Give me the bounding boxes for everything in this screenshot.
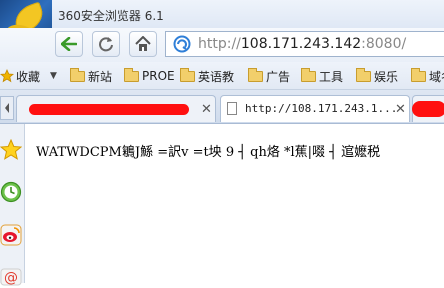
url-scheme: http://	[198, 36, 241, 52]
title-bar: 360安全浏览器 6.1	[0, 0, 444, 58]
tab-title: http://108.171.243.1...	[245, 102, 398, 115]
tab-active-page[interactable]: http://108.171.243.1... ✕	[220, 95, 410, 122]
folder-icon	[70, 67, 85, 82]
home-icon	[135, 36, 151, 51]
url-port: :8080/	[361, 36, 407, 52]
back-arrow-icon	[61, 37, 77, 51]
home-button[interactable]	[129, 31, 157, 57]
bookmark-item[interactable]: 新站	[70, 67, 112, 85]
bookmark-label: 娱乐	[374, 69, 399, 84]
svg-text:@: @	[4, 270, 18, 286]
bookmark-item[interactable]: 工具	[301, 67, 343, 85]
bookmark-label: 广告	[266, 69, 291, 84]
folder-icon	[411, 67, 426, 82]
weibo-icon	[0, 224, 22, 246]
tab-scroll-left-button[interactable]	[0, 96, 14, 120]
favorites-label: 收藏	[16, 69, 41, 84]
tab-redacted-1[interactable]: ✕	[16, 95, 216, 122]
bookmark-item[interactable]: 域名	[411, 67, 444, 85]
sidebar-favorites-button[interactable]	[0, 138, 22, 162]
address-bar[interactable]: http://108.171.243.142:8080/	[165, 31, 444, 57]
mail-icon: @	[0, 268, 22, 286]
refresh-button[interactable]	[92, 31, 120, 57]
sidebar-mail-button[interactable]: @	[0, 264, 22, 288]
folder-icon	[356, 67, 371, 82]
url-host: 108.171.243.142	[240, 36, 362, 52]
sidebar: @	[0, 124, 25, 286]
page-icon	[227, 102, 237, 115]
bookmark-item[interactable]: 娱乐	[356, 67, 398, 85]
tab-bar: ✕ http://108.171.243.1... ✕	[0, 90, 444, 124]
navigation-bar: http://108.171.243.142:8080/	[0, 28, 444, 62]
redacted-tab-title	[412, 101, 444, 117]
favorites-star-icon	[0, 69, 14, 83]
bookmark-label: 工具	[319, 69, 344, 84]
bookmark-label: 新站	[88, 69, 113, 84]
favorites-button[interactable]: 收藏 ▼	[0, 67, 57, 85]
favorites-dropdown-icon[interactable]: ▼	[50, 71, 57, 81]
refresh-icon	[99, 37, 113, 52]
bookmark-item[interactable]: PROE	[124, 67, 175, 85]
back-button[interactable]	[55, 31, 83, 57]
window-title: 360安全浏览器 6.1	[58, 9, 164, 23]
folder-icon	[124, 67, 139, 82]
tab-close-icon[interactable]: ✕	[201, 101, 212, 117]
folder-icon	[248, 67, 263, 82]
chevron-left-icon	[5, 103, 9, 113]
bookmark-label: 英语教	[198, 69, 235, 84]
bookmark-label: 域名	[429, 69, 444, 84]
sidebar-history-button[interactable]	[0, 180, 22, 204]
bookmarks-bar: 收藏 ▼ 新站 PROE 英语教 广告 工具 娱乐 域名	[0, 62, 444, 90]
redacted-tab-title	[29, 104, 189, 115]
sidebar-weibo-button[interactable]	[0, 223, 22, 247]
folder-icon	[301, 67, 316, 82]
folder-icon	[180, 67, 195, 82]
star-icon	[0, 139, 22, 160]
tab-redacted-2[interactable]	[412, 95, 444, 122]
bookmark-item[interactable]: 广告	[248, 67, 290, 85]
address-url[interactable]: http://108.171.243.142:8080/	[198, 36, 406, 52]
clock-icon	[0, 181, 22, 203]
bookmark-label: PROE	[142, 69, 175, 83]
page-body-text: WATWDCPM鵴J鯀 =訳v =t坱 9 ┤ qh烙 *l蕉|啜 ┤ 逭嬷税	[36, 145, 381, 160]
tab-close-icon[interactable]: ✕	[395, 101, 406, 117]
security-shield-icon	[173, 35, 191, 58]
bookmark-item[interactable]: 英语教	[180, 67, 234, 85]
